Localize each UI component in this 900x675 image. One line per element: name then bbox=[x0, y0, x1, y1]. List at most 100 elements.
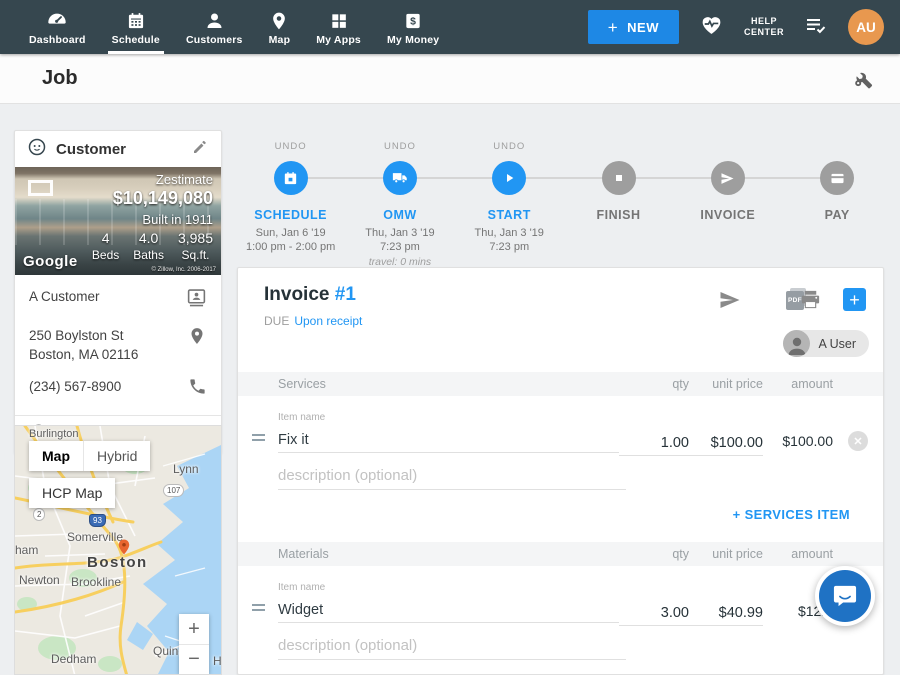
description-input[interactable] bbox=[278, 632, 626, 660]
nav-item-customers[interactable]: Customers bbox=[173, 0, 256, 54]
qty-cell bbox=[619, 412, 689, 456]
nav-item-map[interactable]: Map bbox=[256, 0, 304, 54]
stop-icon bbox=[611, 170, 627, 186]
add-invoice-icon[interactable]: + bbox=[843, 288, 866, 311]
zoom-out-button[interactable]: − bbox=[179, 644, 209, 674]
contact-card-icon[interactable] bbox=[186, 287, 207, 313]
omw-step-button[interactable] bbox=[383, 161, 417, 195]
step-pay: PAY bbox=[782, 141, 891, 268]
money-icon: $ bbox=[403, 9, 423, 31]
hcp-map-button[interactable]: HCP Map bbox=[29, 478, 115, 508]
nav-label: Customers bbox=[186, 34, 243, 46]
help-line2: CENTER bbox=[744, 27, 784, 38]
nav-item-my-apps[interactable]: My Apps bbox=[303, 0, 374, 54]
qty-cell bbox=[619, 582, 689, 626]
new-button[interactable]: + NEW bbox=[588, 10, 679, 44]
nav-label: My Money bbox=[387, 34, 439, 46]
qty-input[interactable] bbox=[619, 600, 689, 626]
col-qty: qty bbox=[619, 547, 689, 561]
map-type-hybrid-button[interactable]: Hybrid bbox=[83, 441, 150, 471]
job-stepper: UNDO SCHEDULE Sun, Jan 6 '19 1:00 pm - 2… bbox=[236, 141, 892, 268]
assignee-chip[interactable]: A User bbox=[783, 330, 869, 357]
nav-item-my-money[interactable]: $ My Money bbox=[374, 0, 452, 54]
drag-handle[interactable] bbox=[252, 582, 278, 626]
pay-step-button[interactable] bbox=[820, 161, 854, 195]
street-view-flag-icon bbox=[28, 180, 53, 196]
customer-card-title: Customer bbox=[56, 141, 182, 158]
undo-omw[interactable]: UNDO bbox=[384, 141, 416, 157]
page-header: Job bbox=[0, 54, 900, 104]
materials-section-header: Materials qty unit price amount bbox=[238, 542, 883, 566]
col-unit-price: unit price bbox=[689, 547, 763, 561]
finish-step-button[interactable] bbox=[602, 161, 636, 195]
drag-handle[interactable] bbox=[252, 412, 278, 456]
stat-baths: 4.0 Baths bbox=[133, 230, 164, 262]
qty-input[interactable] bbox=[619, 430, 689, 456]
map-label-lynn: Lynn bbox=[173, 462, 199, 476]
user-avatar[interactable]: AU bbox=[848, 9, 884, 45]
undo-start[interactable]: UNDO bbox=[493, 141, 525, 157]
help-center-link[interactable]: HELP CENTER bbox=[744, 16, 784, 38]
task-list-icon[interactable] bbox=[804, 13, 828, 42]
zillow-attribution: © Zillow, Inc. 2006-2017 bbox=[152, 267, 216, 273]
page-title: Job bbox=[42, 67, 78, 90]
section-name: Services bbox=[278, 377, 619, 391]
nav-label: Schedule bbox=[112, 34, 160, 46]
start-step-button[interactable] bbox=[492, 161, 526, 195]
nav-item-dashboard[interactable]: Dashboard bbox=[16, 0, 99, 54]
phone-icon[interactable] bbox=[188, 377, 207, 401]
calendar-icon bbox=[282, 170, 299, 187]
step-invoice: INVOICE bbox=[673, 141, 782, 268]
job-location-pin-icon bbox=[115, 538, 133, 561]
map-label-burlington: Burlington bbox=[29, 428, 79, 440]
map-label-brookline: Brookline bbox=[71, 575, 121, 589]
services-section-header: Services qty unit price amount bbox=[238, 372, 883, 396]
help-line1: HELP bbox=[744, 16, 784, 27]
job-tools-icon[interactable] bbox=[851, 67, 874, 95]
calendar-icon bbox=[126, 9, 146, 31]
send-invoice-icon[interactable] bbox=[718, 288, 742, 317]
map-type-map-button[interactable]: Map bbox=[29, 441, 83, 471]
item-name-cell: Item name bbox=[278, 582, 619, 626]
nav-label: Dashboard bbox=[29, 34, 86, 46]
chat-launcher-button[interactable] bbox=[815, 566, 875, 626]
add-services-item-link[interactable]: + SERVICES ITEM bbox=[733, 507, 850, 522]
customer-phone: (234) 567-8900 bbox=[29, 377, 121, 396]
map-label-dedham: Dedham bbox=[51, 652, 96, 666]
nav-right: + NEW HELP CENTER AU bbox=[588, 0, 900, 54]
services-section: Services qty unit price amount Item name bbox=[238, 372, 883, 524]
plus-icon: + bbox=[608, 19, 618, 36]
undo-schedule[interactable]: UNDO bbox=[275, 141, 307, 157]
schedule-step-button[interactable] bbox=[274, 161, 308, 195]
map-type-control: Map Hybrid bbox=[29, 441, 150, 471]
col-unit-price: unit price bbox=[689, 377, 763, 391]
map-pin-icon bbox=[269, 9, 289, 31]
print-icon[interactable] bbox=[799, 288, 822, 316]
zoom-in-button[interactable]: + bbox=[179, 614, 209, 644]
truck-icon bbox=[391, 169, 409, 187]
invoice-due: DUEUpon receipt bbox=[264, 314, 362, 328]
invoice-step-button[interactable] bbox=[711, 161, 745, 195]
location-pin-icon[interactable] bbox=[187, 326, 207, 351]
item-name-input[interactable] bbox=[278, 597, 619, 623]
zestimate-label: Zestimate bbox=[156, 172, 213, 187]
unit-price-input[interactable] bbox=[689, 600, 763, 626]
zestimate-photo: Zestimate $10,149,080 Built in 1911 4 Be… bbox=[15, 167, 221, 275]
google-logo: Google bbox=[23, 253, 78, 270]
due-value-link[interactable]: Upon receipt bbox=[294, 314, 362, 328]
col-amount: amount bbox=[763, 547, 833, 561]
health-heart-icon[interactable] bbox=[699, 12, 724, 42]
delete-line-item-button[interactable]: ✕ bbox=[848, 431, 868, 451]
description-row bbox=[238, 632, 883, 660]
step-start: UNDO START Thu, Jan 3 '19 7:23 pm bbox=[455, 141, 564, 268]
assignee-name: A User bbox=[818, 337, 856, 351]
stat-sqft: 3,985 Sq.ft. bbox=[178, 230, 213, 262]
nav-item-schedule[interactable]: Schedule bbox=[99, 0, 173, 54]
customer-card-header: Customer bbox=[15, 131, 221, 167]
credit-card-icon bbox=[829, 170, 846, 187]
unit-price-input[interactable] bbox=[689, 430, 763, 456]
edit-pencil-icon[interactable] bbox=[191, 138, 209, 161]
item-name-input[interactable] bbox=[278, 427, 619, 453]
play-icon bbox=[501, 170, 517, 186]
description-input[interactable] bbox=[278, 462, 626, 490]
